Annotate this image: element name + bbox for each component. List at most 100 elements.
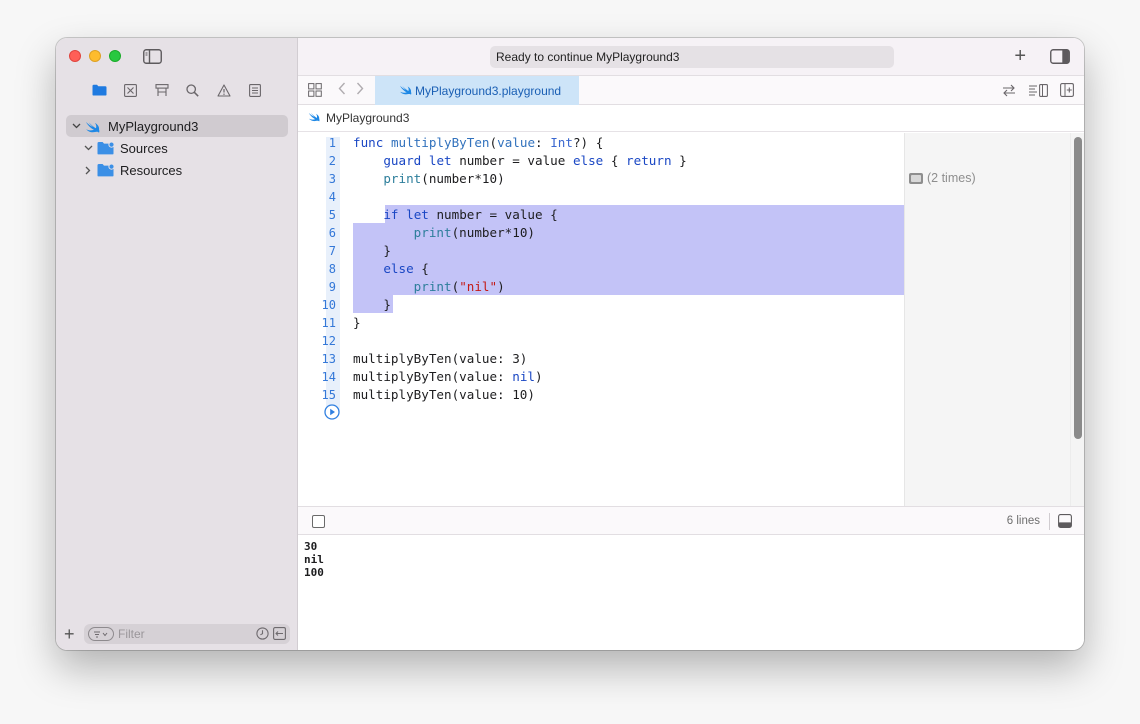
symbol-navigator-icon[interactable] xyxy=(154,82,170,98)
line-number: 11 xyxy=(321,316,336,330)
code-line: else { xyxy=(383,261,429,276)
chevron-right-icon[interactable] xyxy=(82,164,94,176)
issue-navigator-icon[interactable] xyxy=(216,82,232,98)
line-number: 7 xyxy=(328,244,336,258)
test-navigator-icon[interactable] xyxy=(247,82,263,98)
scrollbar-thumb[interactable] xyxy=(1074,137,1082,439)
tree-item-resources[interactable]: Resources xyxy=(56,159,298,181)
traffic-lights xyxy=(69,50,121,62)
breadcrumb[interactable]: MyPlayground3 xyxy=(326,111,409,125)
show-debug-area-checkbox[interactable] xyxy=(312,515,325,528)
code-line: multiplyByTen(value: nil) xyxy=(353,369,543,384)
tab-label: MyPlayground3.playground xyxy=(415,83,562,98)
swift-icon xyxy=(308,111,320,125)
results-sidebar: (2 times) xyxy=(904,133,1070,506)
code-line: } xyxy=(353,243,391,258)
tree-item-myplayground3[interactable]: MyPlayground3 xyxy=(66,115,288,137)
filter-input[interactable] xyxy=(118,627,238,641)
console-line: nil xyxy=(304,553,324,566)
folder-icon xyxy=(97,141,115,155)
debug-bar: 6 lines xyxy=(298,506,1084,535)
editor-options-icon[interactable] xyxy=(1028,83,1048,100)
filter-options-icon[interactable] xyxy=(88,627,114,641)
code-line: guard let number = value else { return } xyxy=(383,153,687,168)
main-area: Ready to continue MyPlayground3 + MyPlay… xyxy=(298,38,1084,650)
chevron-down-icon[interactable] xyxy=(82,142,94,154)
swift-icon xyxy=(85,119,103,133)
line-number: 10 xyxy=(321,298,336,312)
toolbar: Ready to continue MyPlayground3 + xyxy=(298,38,1084,76)
navigator-filter-bar: + xyxy=(56,618,298,650)
divider xyxy=(1049,513,1050,530)
code-line: print("nil") xyxy=(413,279,505,294)
line-number: 6 xyxy=(328,226,336,240)
filter-field[interactable] xyxy=(84,624,290,644)
add-library-button[interactable]: + xyxy=(1014,46,1026,66)
xcode-window: MyPlayground3 Sources Resources + Filter… xyxy=(56,38,1084,650)
add-file-button[interactable]: + xyxy=(64,625,78,643)
related-items-icon[interactable] xyxy=(308,83,322,100)
minimize-window-button[interactable] xyxy=(89,50,101,62)
code-line: multiplyByTen(value: 3) xyxy=(353,351,528,366)
code-line: if let number = value { xyxy=(383,207,558,222)
line-number: 12 xyxy=(321,334,336,348)
lines-count: 6 lines xyxy=(1006,515,1040,527)
zoom-window-button[interactable] xyxy=(109,50,121,62)
quick-look-icon[interactable] xyxy=(909,172,923,184)
activity-status: Ready to continue MyPlayground3 xyxy=(490,46,894,68)
source-control-navigator-icon[interactable] xyxy=(123,82,139,98)
hide-debug-area-icon[interactable] xyxy=(1058,514,1072,531)
folder-icon xyxy=(97,163,115,177)
code-editor[interactable]: 1 2 3 4 5 6 7 8 9 10 11 12 13 14 15 func… xyxy=(298,133,904,506)
line-number: 13 xyxy=(321,352,336,366)
result-value[interactable]: (2 times) xyxy=(909,171,976,185)
line-number: 14 xyxy=(321,370,336,384)
filter-right-controls xyxy=(256,627,286,643)
run-playground-button[interactable] xyxy=(324,404,340,423)
line-number-gutter: 1 2 3 4 5 6 7 8 9 10 11 12 13 14 15 xyxy=(298,133,346,506)
project-navigator-icon[interactable] xyxy=(92,82,108,98)
console-output[interactable]: 30 nil 100 xyxy=(304,540,324,579)
source-control-filter-icon[interactable] xyxy=(273,627,286,643)
tab-myplayground3-playground[interactable]: MyPlayground3.playground xyxy=(375,76,579,105)
result-text: (2 times) xyxy=(927,171,976,185)
code-line: } xyxy=(353,315,361,330)
code-line: } xyxy=(353,297,391,312)
code-line: multiplyByTen(value: 10) xyxy=(353,387,535,402)
tree-item-label: MyPlayground3 xyxy=(108,118,199,134)
line-number: 4 xyxy=(328,190,336,204)
code-line: print(number*10) xyxy=(383,171,505,186)
console-line: 100 xyxy=(304,566,324,579)
swap-icon[interactable] xyxy=(1002,84,1016,100)
close-window-button[interactable] xyxy=(69,50,81,62)
back-icon[interactable] xyxy=(338,82,346,98)
sidebar-toggle-icon[interactable] xyxy=(143,49,162,64)
code-line: func multiplyByTen(value: Int?) { xyxy=(353,135,604,150)
editor-tab-bar: MyPlayground3.playground xyxy=(298,76,1084,105)
tab-bar-right-controls xyxy=(1002,83,1074,100)
recent-files-icon[interactable] xyxy=(256,627,269,643)
tree-item-sources[interactable]: Sources xyxy=(56,137,298,159)
find-navigator-icon[interactable] xyxy=(185,82,201,98)
code-line: print(number*10) xyxy=(413,225,535,240)
navigator-sidebar: MyPlayground3 Sources Resources + Filter xyxy=(56,38,298,650)
tree-item-label: Sources xyxy=(120,140,168,156)
line-number: 5 xyxy=(328,208,336,222)
chevron-down-icon[interactable] xyxy=(70,120,82,132)
line-number: 2 xyxy=(328,154,336,168)
jump-bar: MyPlayground3 xyxy=(298,105,1084,132)
inspector-toggle-icon[interactable] xyxy=(1050,49,1070,67)
add-editor-icon[interactable] xyxy=(1060,83,1074,100)
line-number: 3 xyxy=(328,172,336,186)
line-number: 9 xyxy=(328,280,336,294)
console-line: 30 xyxy=(304,540,318,553)
line-number: 1 xyxy=(328,136,336,150)
forward-icon[interactable] xyxy=(356,82,364,98)
swift-icon xyxy=(399,84,412,98)
tree-item-label: Resources xyxy=(120,162,183,178)
project-tree: MyPlayground3 Sources Resources xyxy=(56,115,298,181)
editor-scrollbar[interactable] xyxy=(1070,133,1084,506)
navigator-tabs xyxy=(56,82,298,100)
line-number: 8 xyxy=(328,262,336,276)
line-number: 15 xyxy=(321,388,336,402)
